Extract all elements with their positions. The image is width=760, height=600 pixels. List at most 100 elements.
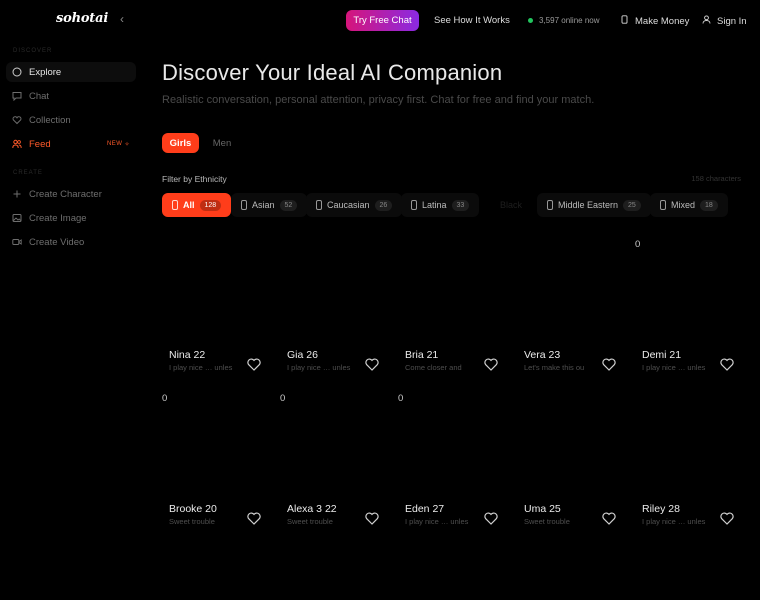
phone-icon xyxy=(172,200,178,210)
chip-label: Caucasian xyxy=(327,200,370,210)
chip-count: 18 xyxy=(700,199,718,211)
chat-icon xyxy=(12,91,22,101)
filter-label: Filter by Ethnicity xyxy=(162,174,227,184)
tab-girls[interactable]: Girls xyxy=(162,133,199,153)
sidebar-item-feed[interactable]: Feed NEW ✧ xyxy=(6,134,136,154)
chip-label: Asian xyxy=(252,200,275,210)
chip-label: Black xyxy=(500,200,523,210)
chip-count: 33 xyxy=(451,199,470,211)
sidebar: sohotai ‹ DISCOVER Explore Chat Collecti… xyxy=(0,0,140,600)
card-counter: 0 xyxy=(635,239,641,250)
character-tagline: I play nice … unles xyxy=(642,363,706,372)
sidebar-item-create-character[interactable]: Create Character xyxy=(6,184,136,204)
filter-chip-mixed[interactable]: Mixed 18 xyxy=(650,193,728,217)
app-root: sohotai ‹ DISCOVER Explore Chat Collecti… xyxy=(0,0,760,600)
character-name[interactable]: Gia 26 xyxy=(287,349,318,361)
chip-label: Mixed xyxy=(671,200,696,210)
plus-icon xyxy=(12,189,22,199)
online-count: 3,597 online now xyxy=(539,16,600,25)
favorite-heart-icon[interactable] xyxy=(365,512,379,525)
favorite-heart-icon[interactable] xyxy=(247,512,261,525)
users-icon xyxy=(12,139,22,149)
see-how-it-works-link[interactable]: See How It Works xyxy=(434,15,510,26)
character-tagline: Sweet trouble xyxy=(524,517,570,526)
video-icon xyxy=(12,237,22,247)
favorite-heart-icon[interactable] xyxy=(720,358,734,371)
sign-in-button[interactable]: Sign In xyxy=(702,15,747,27)
character-count: 158 characters xyxy=(691,174,741,183)
sidebar-item-label: Chat xyxy=(29,90,50,102)
make-money-link[interactable]: Make Money xyxy=(620,15,689,27)
favorite-heart-icon[interactable] xyxy=(720,512,734,525)
sidebar-item-label: Create Video xyxy=(29,236,85,248)
sparkle-icon: ✧ xyxy=(124,141,130,148)
sidebar-item-chat[interactable]: Chat xyxy=(6,86,136,106)
favorite-heart-icon[interactable] xyxy=(484,512,498,525)
filter-chip-asian[interactable]: Asian 52 xyxy=(231,193,308,217)
character-name[interactable]: Alexa 3 22 xyxy=(287,503,337,515)
image-icon xyxy=(12,213,22,223)
page-subtitle: Realistic conversation, personal attenti… xyxy=(162,94,595,106)
sidebar-item-label: Feed xyxy=(29,138,51,150)
character-name[interactable]: Uma 25 xyxy=(524,503,561,515)
card-counter: 0 xyxy=(280,393,286,404)
online-indicator: 3,597 online now xyxy=(528,16,600,25)
wallet-icon xyxy=(620,15,629,27)
phone-icon xyxy=(241,200,247,210)
character-name[interactable]: Bria 21 xyxy=(405,349,438,361)
chip-label: Middle Eastern xyxy=(558,200,619,210)
character-tagline: I play nice … unles xyxy=(642,517,706,526)
section-label-discover: DISCOVER xyxy=(13,48,53,54)
character-tagline: Let's make this ou xyxy=(524,363,585,372)
sidebar-item-explore[interactable]: Explore xyxy=(6,62,136,82)
make-money-label: Make Money xyxy=(635,15,690,27)
page-title: Discover Your Ideal AI Companion xyxy=(162,60,503,85)
phone-icon xyxy=(660,200,666,210)
filter-chip-black[interactable]: Black xyxy=(490,193,532,217)
character-name[interactable]: Riley 28 xyxy=(642,503,680,515)
heart-icon xyxy=(12,115,22,125)
filter-chip-middle-eastern[interactable]: Middle Eastern 25 xyxy=(537,193,651,217)
favorite-heart-icon[interactable] xyxy=(247,358,261,371)
sidebar-item-label: Collection xyxy=(29,114,71,126)
section-label-create: CREATE xyxy=(13,170,43,176)
character-tagline: Come closer and xyxy=(405,363,462,372)
character-name[interactable]: Demi 21 xyxy=(642,349,681,361)
favorite-heart-icon[interactable] xyxy=(602,512,616,525)
new-badge-label: NEW xyxy=(106,141,123,147)
filter-chip-latina[interactable]: Latina 33 xyxy=(401,193,480,217)
favorite-heart-icon[interactable] xyxy=(484,358,498,371)
phone-icon xyxy=(316,200,322,210)
phone-icon xyxy=(411,200,417,210)
character-tagline: I play nice … unles xyxy=(405,517,469,526)
sidebar-item-create-video[interactable]: Create Video xyxy=(6,232,136,252)
sidebar-item-label: Create Character xyxy=(29,188,102,200)
try-free-chat-button[interactable]: Try Free Chat xyxy=(346,10,419,31)
chip-label: All xyxy=(183,200,195,210)
tab-men[interactable]: Men xyxy=(205,133,239,153)
character-tagline: Sweet trouble xyxy=(169,517,215,526)
sidebar-item-create-image[interactable]: Create Image xyxy=(6,208,136,228)
phone-icon xyxy=(547,200,553,210)
favorite-heart-icon[interactable] xyxy=(602,358,616,371)
logo[interactable]: sohotai xyxy=(56,11,108,26)
character-name[interactable]: Nina 22 xyxy=(169,349,205,361)
favorite-heart-icon[interactable] xyxy=(365,358,379,371)
filter-chip-caucasian[interactable]: Caucasian 26 xyxy=(306,193,403,217)
compass-icon xyxy=(12,67,22,77)
chip-count: 25 xyxy=(623,199,641,211)
chip-label: Latina xyxy=(422,200,447,210)
character-name[interactable]: Vera 23 xyxy=(524,349,560,361)
sidebar-item-collection[interactable]: Collection xyxy=(6,110,136,130)
chip-count: 128 xyxy=(199,199,222,211)
sign-in-label: Sign In xyxy=(717,15,747,27)
card-counter: 0 xyxy=(162,393,168,404)
chip-count: 26 xyxy=(374,199,393,211)
character-name[interactable]: Eden 27 xyxy=(405,503,444,515)
character-tagline: I play nice … unles xyxy=(169,363,233,372)
filter-chip-all[interactable]: All 128 xyxy=(162,193,232,217)
sidebar-item-label: Create Image xyxy=(29,212,87,224)
character-name[interactable]: Brooke 20 xyxy=(169,503,217,515)
sidebar-item-label: Explore xyxy=(29,66,62,78)
collapse-sidebar-button[interactable]: ‹ xyxy=(120,12,124,26)
